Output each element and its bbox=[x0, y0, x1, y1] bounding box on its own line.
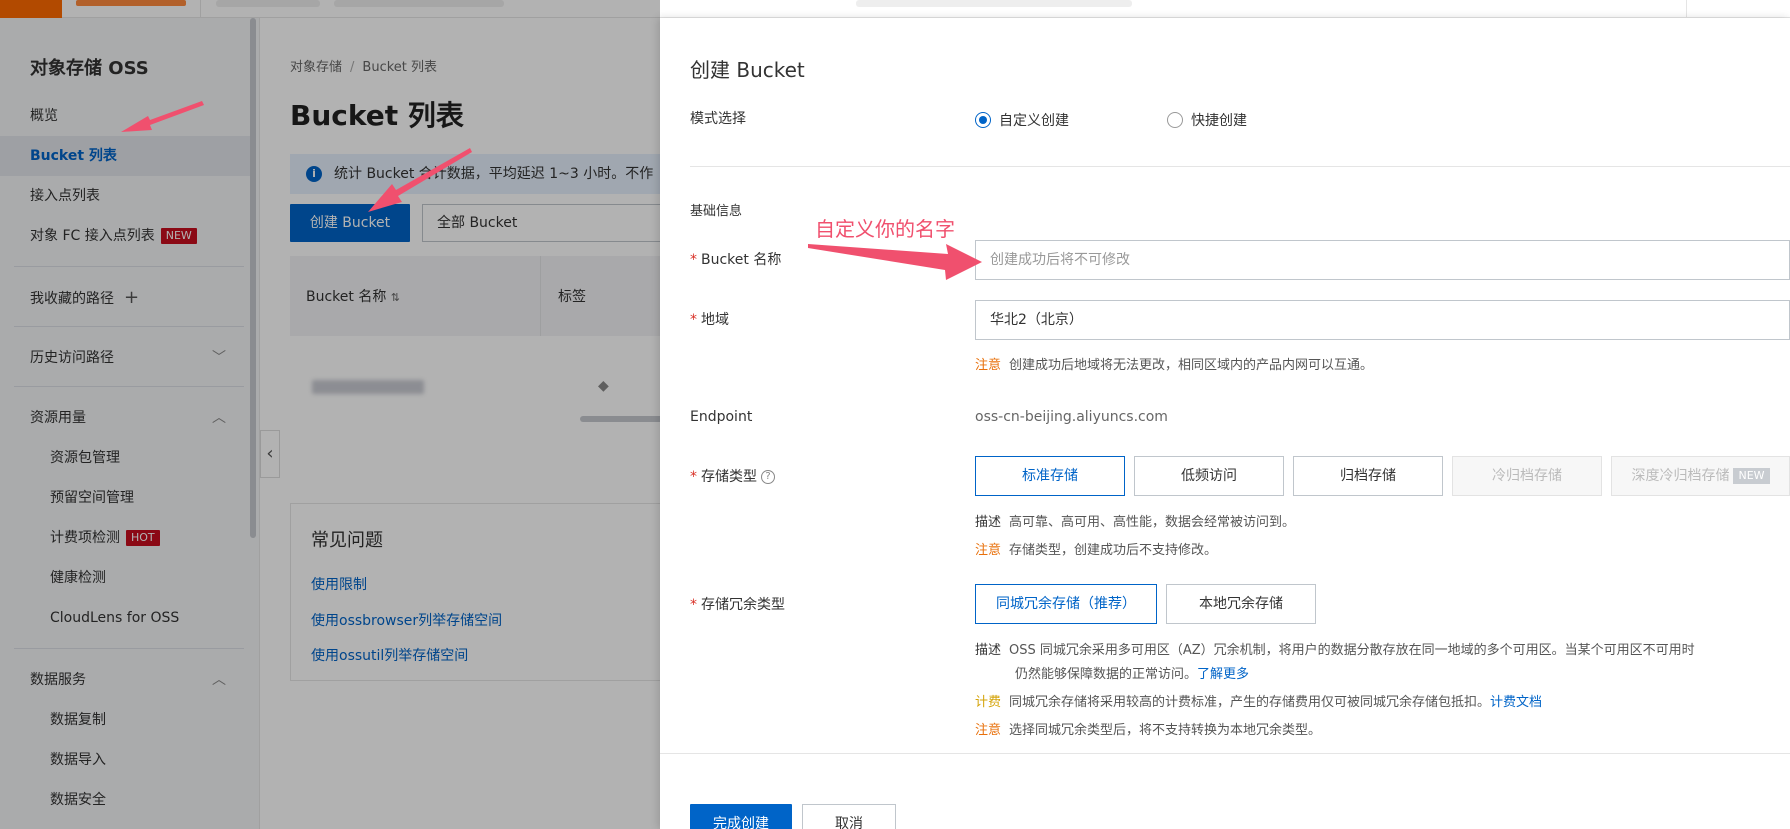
annotation-label: 自定义你的名字 bbox=[815, 217, 955, 241]
mode-radio-custom[interactable]: 自定义创建 bbox=[975, 110, 1069, 130]
endpoint-label: Endpoint bbox=[690, 409, 753, 425]
new-badge: NEW bbox=[1733, 468, 1770, 484]
storage-desc: 描述 高可靠、高可用、高性能，数据会经常被访问到。 bbox=[975, 515, 1296, 530]
storage-type-standard[interactable]: 标准存储 bbox=[975, 456, 1125, 496]
storage-type-archive[interactable]: 归档存储 bbox=[1293, 456, 1443, 496]
endpoint-value: oss-cn-beijing.aliyuncs.com bbox=[975, 409, 1168, 425]
redundancy-label: * 存储冗余类型 bbox=[690, 597, 785, 613]
drawer-footer: 完成创建 取消 bbox=[660, 753, 1790, 829]
billing-doc-link[interactable]: 计费文档 bbox=[1490, 695, 1542, 710]
divider bbox=[1686, 0, 1687, 18]
redundancy-desc-cont: 仍然能够保障数据的正常访问。了解更多 bbox=[1015, 667, 1250, 682]
redundancy-zrs[interactable]: 同城冗余存储（推荐） bbox=[975, 584, 1157, 624]
drawer-title: 创建 Bucket bbox=[690, 58, 805, 82]
section-divider bbox=[690, 166, 1790, 167]
storage-type-label: * 存储类型? bbox=[690, 466, 775, 486]
section-basic-info: 基础信息 bbox=[690, 204, 743, 219]
storage-note: 注意 存储类型，创建成功后不支持修改。 bbox=[975, 543, 1218, 558]
modal-overlay[interactable] bbox=[0, 0, 660, 829]
required-mark: * bbox=[690, 597, 697, 613]
radio-unchecked-icon bbox=[1167, 112, 1183, 128]
redundancy-note: 注意 选择同城冗余类型后，将不支持转换为本地冗余类型。 bbox=[975, 723, 1322, 738]
redundancy-lrs[interactable]: 本地冗余存储 bbox=[1166, 584, 1316, 624]
create-bucket-drawer: 创建 Bucket 模式选择 自定义创建 快捷创建 基础信息 * Bucket 名… bbox=[660, 18, 1790, 829]
storage-type-infrequent[interactable]: 低频访问 bbox=[1134, 456, 1284, 496]
redundancy-desc: 描述 OSS 同城冗余采用多可用区（AZ）冗余机制，将用户的数据分散存放在同一地域… bbox=[975, 643, 1695, 658]
bucket-name-input[interactable]: 创建成功后将不可修改 bbox=[975, 240, 1790, 280]
region-note: 注意 创建成功后地域将无法更改，相同区域内的产品内网可以互通。 bbox=[975, 358, 1374, 373]
mode-radio-quick[interactable]: 快捷创建 bbox=[1167, 110, 1247, 130]
help-icon[interactable]: ? bbox=[761, 470, 775, 484]
required-mark: * bbox=[690, 312, 697, 328]
mode-label: 模式选择 bbox=[690, 111, 746, 127]
required-mark: * bbox=[690, 469, 697, 485]
required-mark: * bbox=[690, 252, 697, 268]
storage-type-deep-cold-archive[interactable]: 深度冷归档存储 NEW bbox=[1611, 456, 1790, 496]
global-search-input[interactable] bbox=[856, 0, 1132, 7]
cancel-button[interactable]: 取消 bbox=[802, 804, 896, 829]
storage-type-cold-archive[interactable]: 冷归档存储 bbox=[1452, 456, 1602, 496]
bucket-name-label: * Bucket 名称 bbox=[690, 252, 782, 268]
billing-note: 计费 同城冗余存储将采用较高的计费标准，产生的存储费用仅可被同城冗余存储包抵扣。计… bbox=[975, 695, 1543, 710]
confirm-create-button[interactable]: 完成创建 bbox=[690, 804, 792, 829]
learn-more-link[interactable]: 了解更多 bbox=[1197, 667, 1249, 682]
region-label: * 地域 bbox=[690, 312, 729, 328]
radio-checked-icon bbox=[975, 112, 991, 128]
region-select[interactable]: 华北2（北京） bbox=[975, 300, 1790, 340]
